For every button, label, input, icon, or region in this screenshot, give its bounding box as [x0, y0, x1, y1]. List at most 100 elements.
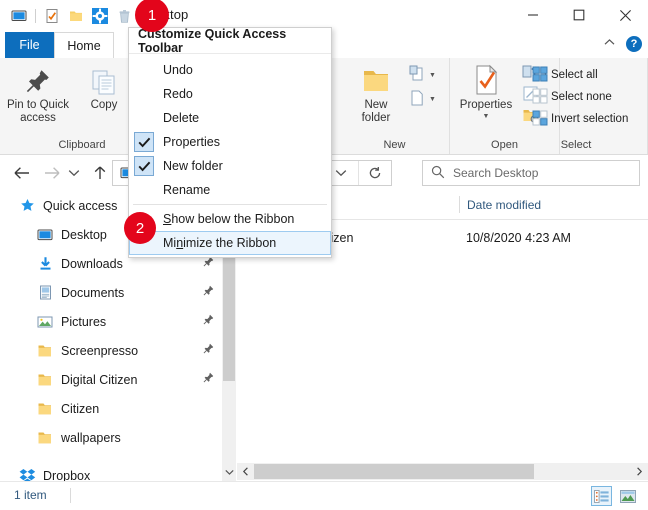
- new-folder-icon: [360, 62, 392, 96]
- copy-icon: [90, 62, 118, 96]
- sidebar-item-wallpapers[interactable]: wallpapers: [0, 423, 222, 452]
- sidebar-item-label: Documents: [61, 285, 125, 300]
- up-button[interactable]: [86, 159, 114, 187]
- copy-button[interactable]: Copy: [72, 62, 136, 132]
- pin-icon[interactable]: [203, 343, 214, 357]
- column-divider[interactable]: [459, 196, 460, 213]
- file-explorer-window: Desktop File Home ?: [0, 0, 648, 510]
- scroll-down-button[interactable]: [222, 464, 236, 481]
- menu-item-undo[interactable]: Undo: [129, 58, 331, 82]
- sidebar-item-label: Dropbox: [43, 468, 91, 482]
- menu-item-label: New folder: [163, 159, 223, 173]
- sidebar-item-dropbox[interactable]: Dropbox: [0, 461, 222, 481]
- help-icon[interactable]: ?: [626, 36, 642, 52]
- menu-item-label: Minimize the Ribbon: [163, 236, 277, 250]
- sidebar-item-citizen[interactable]: Citizen: [0, 394, 222, 423]
- details-view-button[interactable]: [591, 486, 612, 506]
- pin-icon[interactable]: [203, 314, 214, 328]
- item-count-label: 1 item: [14, 488, 47, 502]
- search-input[interactable]: Search Desktop: [453, 166, 538, 180]
- sidebar-item-label: Citizen: [61, 401, 100, 416]
- select-none-label: Select none: [551, 91, 612, 103]
- menu-item-label: Rename: [163, 183, 211, 197]
- desktop-icon: [36, 226, 54, 244]
- properties-caret-icon[interactable]: ▼: [483, 113, 490, 120]
- folder-icon: [36, 429, 54, 447]
- recycle-bin-icon[interactable]: [113, 5, 135, 27]
- sidebar-item-label: Downloads: [61, 256, 123, 271]
- select-none-icon: [532, 88, 548, 107]
- ribbon-group-select: Select all Select none Invert selection …: [532, 58, 648, 154]
- new-folder-icon[interactable]: [65, 5, 87, 27]
- scrollbar-thumb[interactable]: [254, 464, 534, 479]
- collapse-ribbon-icon[interactable]: [603, 36, 616, 52]
- context-menu-title: Customize Quick Access Toolbar: [129, 27, 331, 55]
- ribbon-group-label-select: Select: [560, 139, 592, 151]
- menu-item-minimize-the-ribbon[interactable]: Minimize the Ribbon: [129, 231, 331, 255]
- pin-to-quick-access-button[interactable]: Pin to Quick access: [6, 62, 70, 132]
- menu-item-new-folder[interactable]: New folder: [129, 154, 331, 178]
- properties-icon: [471, 62, 501, 96]
- new-item-button[interactable]: ▼: [408, 64, 436, 86]
- downloads-icon: [36, 255, 54, 273]
- sidebar-item-digital-citizen[interactable]: Digital Citizen: [0, 365, 222, 394]
- scroll-left-button[interactable]: [237, 463, 254, 480]
- menu-separator: [133, 204, 327, 205]
- properties-doc-icon[interactable]: [41, 5, 63, 27]
- new-folder-button[interactable]: New folder: [344, 62, 408, 132]
- qat-separator: [35, 9, 36, 23]
- ribbon-group-label-new: New: [383, 139, 406, 151]
- minimize-button[interactable]: [510, 0, 556, 30]
- column-header-date-modified[interactable]: Date modified: [467, 191, 541, 218]
- sidebar-item-label: Desktop: [61, 227, 107, 242]
- tab-file[interactable]: File: [5, 32, 54, 58]
- pin-icon[interactable]: [203, 372, 214, 386]
- sidebar-item-documents[interactable]: Documents: [0, 278, 222, 307]
- search-box[interactable]: Search Desktop: [422, 160, 640, 186]
- pin-icon[interactable]: [203, 256, 214, 270]
- maximize-button[interactable]: [556, 0, 602, 30]
- new-item-caret-icon[interactable]: ▼: [429, 72, 436, 79]
- file-date-modified: 10/8/2020 4:23 AM: [466, 231, 571, 245]
- checkmark-icon: [134, 132, 154, 152]
- select-all-button[interactable]: Select all: [532, 64, 598, 86]
- easy-access-button[interactable]: ▼: [408, 88, 436, 110]
- properties-button[interactable]: Properties ▼: [452, 62, 520, 132]
- window-controls: [510, 0, 648, 30]
- select-none-button[interactable]: Select none: [532, 86, 612, 108]
- select-all-icon: [532, 66, 548, 85]
- menu-item-properties[interactable]: Properties: [129, 130, 331, 154]
- tab-home[interactable]: Home: [54, 32, 114, 58]
- properties-monitor-icon[interactable]: [8, 5, 30, 27]
- large-icons-view-button[interactable]: [617, 486, 638, 506]
- sidebar-item-screenpresso[interactable]: Screenpresso: [0, 336, 222, 365]
- menu-item-rename[interactable]: Rename: [129, 178, 331, 202]
- checkmark-icon: [134, 156, 154, 176]
- customize-gear-icon[interactable]: [89, 5, 111, 27]
- sidebar-item-pictures[interactable]: Pictures: [0, 307, 222, 336]
- sidebar-item-label: Screenpresso: [61, 343, 139, 358]
- sidebar-item-label: Pictures: [61, 314, 107, 329]
- scroll-right-button[interactable]: [631, 463, 648, 480]
- menu-item-label: Redo: [163, 87, 193, 101]
- easy-access-caret-icon[interactable]: ▼: [429, 96, 436, 103]
- close-button[interactable]: [602, 0, 648, 30]
- invert-selection-button[interactable]: Invert selection: [532, 108, 628, 130]
- file-pane-horizontal-scrollbar[interactable]: [237, 463, 648, 480]
- documents-icon: [36, 284, 54, 302]
- back-button[interactable]: [8, 159, 36, 187]
- menu-item-redo[interactable]: Redo: [129, 82, 331, 106]
- pin-icon[interactable]: [203, 285, 214, 299]
- recent-locations-button[interactable]: [64, 159, 84, 187]
- sidebar-item-label: Quick access: [43, 198, 118, 213]
- new-folder-label: New folder: [361, 99, 391, 124]
- dropbox-icon: [18, 467, 36, 481]
- menu-item-show-below-the-ribbon[interactable]: Show below the Ribbon: [129, 207, 331, 231]
- refresh-button[interactable]: [358, 161, 391, 185]
- status-separator: [70, 488, 71, 503]
- forward-button: [38, 159, 66, 187]
- menu-item-label: Show below the Ribbon: [163, 212, 295, 226]
- folder-icon: [36, 342, 54, 360]
- customize-quick-access-toolbar-menu: Customize Quick Access Toolbar Undo Redo…: [128, 27, 332, 258]
- menu-item-delete[interactable]: Delete: [129, 106, 331, 130]
